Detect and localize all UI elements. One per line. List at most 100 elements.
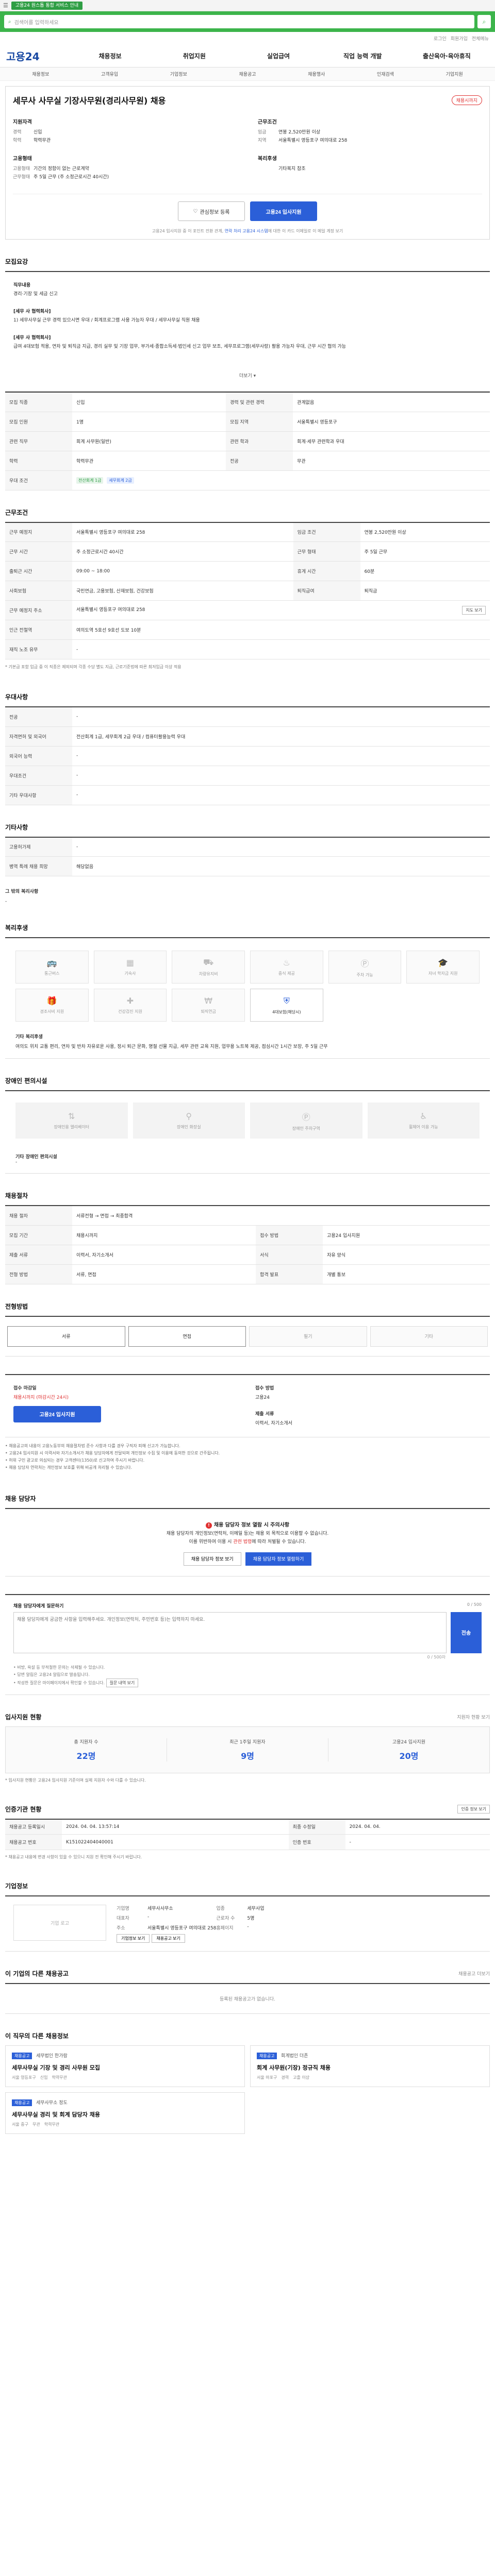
summary-value: 주 5일 근무 (주 소정근로시간 40시간): [34, 175, 109, 180]
company-info-button[interactable]: 기업정보 보기: [117, 1934, 150, 1943]
related-meta-item: 경력: [281, 2075, 289, 2080]
section-title: 기업정보: [5, 1883, 28, 1890]
util-allmenu[interactable]: 전체메뉴: [472, 35, 489, 42]
table-value: 해당없음: [72, 856, 490, 876]
related-card[interactable]: 채용공고 회계법인 더존 회계 사무원(기장) 정규직 채용 서울 마포구 경력 고…: [250, 2045, 490, 2087]
subnav-item[interactable]: 기업정보: [144, 71, 213, 77]
table-value: 개별 통보: [323, 1264, 490, 1284]
inquiry-input[interactable]: [13, 1612, 447, 1653]
table-key: 근무 예정지: [5, 522, 72, 542]
status-label: 최근 1주일 지원자: [167, 1738, 328, 1745]
table-row: 모집 기간 채용시까지 접수 방법 고용24 입사지원: [5, 1225, 490, 1245]
history-section: 인증기관 현황 인증 정보 보기 채용공고 등록일시 2024. 04. 04.…: [5, 1804, 490, 1865]
subnav-item[interactable]: 기업지원: [420, 71, 489, 77]
same-company-more-link[interactable]: 채용공고 더보기: [458, 1970, 490, 1977]
note-line: • 답변 알림은 고용24 알림으로 발송됩니다.: [13, 1672, 90, 1677]
table-row: 근무 예정지 서울특별시 영등포구 여의대로 258 임금 조건 연봉 2,52…: [5, 522, 490, 542]
view-contact-button[interactable]: 채용 담당자 정보 보기: [183, 1552, 241, 1566]
apply-note-highlight[interactable]: 연락 처리 고용24 시스템: [225, 229, 268, 233]
table-row: 근무 예정지 주소 서울특별시 영등포구 여의대로 258 지도 보기: [5, 600, 490, 620]
inquiry-submit-button[interactable]: 전송: [451, 1612, 482, 1653]
related-meta-item: 서울 중구: [12, 2122, 28, 2127]
topbar-notice[interactable]: 고용24 원스톱 통합 서비스 안내: [11, 1, 83, 10]
table-key: 우대 조건: [5, 470, 72, 490]
certificate-button[interactable]: 인증 정보 보기: [457, 1804, 490, 1814]
more-button[interactable]: 더보기 ▾: [13, 351, 482, 386]
apply-notes: • 채용공고의 내용이 고용노동부의 채용절차법 준수 사항과 다를 경우 구직…: [5, 1437, 490, 1477]
company-jobs-button[interactable]: 채용공고 보기: [152, 1934, 185, 1943]
section-title: 이 기업의 다른 채용공고: [5, 1970, 69, 1977]
contact-warning-text: 채용 담당자 정보 열람 시 주의사항: [213, 1522, 290, 1528]
apply-button[interactable]: 고용24 입사지원: [250, 201, 317, 221]
gnb-item-support[interactable]: 취업지원: [152, 52, 236, 60]
same-company-section: 이 기업의 다른 채용공고 채용공고 더보기 등록된 채용공고가 없습니다.: [5, 1969, 490, 2014]
save-button[interactable]: ♡ 관심정보 등록: [178, 201, 245, 221]
desc-text: 경리·기장 및 세금 신고: [13, 292, 58, 297]
desc-text: 1) 세무사무실 근무 경력 있으시면 우대 / 회계프로그램 사용 가능자 우…: [13, 318, 200, 323]
gnb-item-jobs[interactable]: 채용정보: [68, 52, 152, 60]
desc-term: [세무 사 협력회사]: [13, 335, 51, 341]
subnav-item[interactable]: 채용행사: [282, 71, 351, 77]
table-value: -: [72, 766, 490, 786]
search-button[interactable]: ⌕: [477, 15, 491, 28]
related-company: 회계법인 더존: [280, 2054, 308, 2059]
section-title: 인증기관 현황: [5, 1805, 42, 1813]
table-row: 고용허가제 -: [5, 837, 490, 857]
table-key: 인증 번호: [288, 1834, 345, 1850]
summary-value: 신입: [34, 130, 42, 135]
gnb-item-training[interactable]: 직업 능력 개발: [321, 52, 405, 60]
health-icon: ✚: [126, 996, 134, 1006]
related-card[interactable]: 채용공고 세무사무소 정도 세무사무실 경리 및 회계 담당자 채용 서울 중구…: [5, 2092, 245, 2134]
welfare-extra-title: 기타 복리후생: [15, 1035, 43, 1040]
table-value: 서울특별시 영등포구 여의대로 258: [72, 522, 293, 542]
summary-key: 근무형태: [13, 175, 30, 180]
related-company: 세무사무소 정도: [36, 2100, 68, 2106]
inquiry-history-button[interactable]: 질문 내역 보기: [106, 1678, 139, 1687]
subnav-item[interactable]: 고객유입: [75, 71, 144, 77]
gnb-item-unemployment[interactable]: 실업급여: [236, 52, 320, 60]
summary-title: 지원자격: [13, 120, 32, 125]
gnb-item-parental[interactable]: 출산육아·육아휴직: [405, 52, 489, 60]
table-key: 관련 학과: [226, 431, 293, 451]
search-input[interactable]: ⌕ 검색어를 입력하세요: [4, 15, 474, 28]
table-row: 근무 시간 주 소정근로시간 40시간 근무 형태 주 5일 근무: [5, 541, 490, 562]
status-item: 고용24 입사지원 20명: [328, 1738, 489, 1761]
util-login[interactable]: 로그인: [434, 35, 447, 42]
summary-title: 근무조건: [258, 120, 277, 125]
contact-section: 채용 담당자 ! 채용 담당자 정보 열람 시 주의사항 채용 담당자의 개인정보…: [5, 1494, 490, 1577]
related-title[interactable]: 회계 사무원(기장) 정규직 채용: [257, 2063, 483, 2072]
history-note: * 채용공고 내용에 변경 사항이 있을 수 있으니 지원 전 확인해 주시기 …: [5, 1855, 142, 1859]
table-value: 전산회계 1급 세무회계 2급: [72, 470, 490, 490]
related-title[interactable]: 세무사무실 경리 및 회계 담당자 채용: [12, 2110, 238, 2119]
welfare-label: 기숙사: [124, 971, 136, 976]
status-more-link[interactable]: 지원자 현황 보기: [457, 1714, 490, 1720]
subnav-item[interactable]: 채용공고: [213, 71, 282, 77]
access-extra-text: -: [15, 1160, 18, 1165]
apply-button[interactable]: 고용24 입사지원: [13, 1405, 101, 1422]
recruit-section: 채용절차 채용 절차 서류전형 → 면접 → 최종합격 모집 기간 채용시까지 …: [5, 1191, 490, 1284]
subnav-item[interactable]: 채용정보: [6, 71, 75, 77]
company-value: 세무사업: [247, 1906, 265, 1911]
table-value: 주 5일 근무: [360, 541, 490, 562]
related-badge: 채용공고: [12, 2099, 32, 2106]
menu-icon[interactable]: ☰: [3, 2, 8, 9]
site-logo[interactable]: 고용24: [6, 48, 68, 63]
map-button[interactable]: 지도 보기: [462, 606, 486, 615]
open-contact-button[interactable]: 채용 담당자 정보 열람하기: [245, 1552, 312, 1566]
bottom-spacer: [5, 2134, 490, 2144]
car-icon: ⛟: [203, 957, 214, 967]
related-title[interactable]: 세무사무실 기장 및 경리 사무원 모집: [12, 2063, 238, 2072]
util-join[interactable]: 회원가입: [451, 35, 468, 42]
note-line-text: • 작성한 질문은 마이페이지에서 확인할 수 있습니다.: [13, 1680, 105, 1685]
recruit-table: 채용 절차 서류전형 → 면접 → 최종합격 모집 기간 채용시까지 접수 방법…: [5, 1205, 490, 1284]
table-value: 자유 양식: [323, 1245, 490, 1265]
subnav-item[interactable]: 인재검색: [351, 71, 420, 77]
detail-table: 모집 직종 신입 경력 및 관련 경력 관계없음 모집 인원 1명 모집 지역 …: [5, 392, 490, 490]
related-card[interactable]: 채용공고 세무법인 한가람 세무사무실 기장 및 경리 사무원 모집 서울 영등…: [5, 2045, 245, 2087]
related-meta-item: 학력무관: [52, 2075, 67, 2080]
other-section: 기타사항 고용허가제 - 병역 특례 채용 희망 해당없음 그 밖의 복리사항 -: [5, 823, 490, 906]
table-key: 퇴직급여: [293, 581, 360, 601]
welfare-item: 🎁 경조사비 지원: [15, 989, 89, 1022]
table-key: 서식: [256, 1245, 323, 1265]
table-key: 채용공고 등록일시: [5, 1819, 62, 1835]
